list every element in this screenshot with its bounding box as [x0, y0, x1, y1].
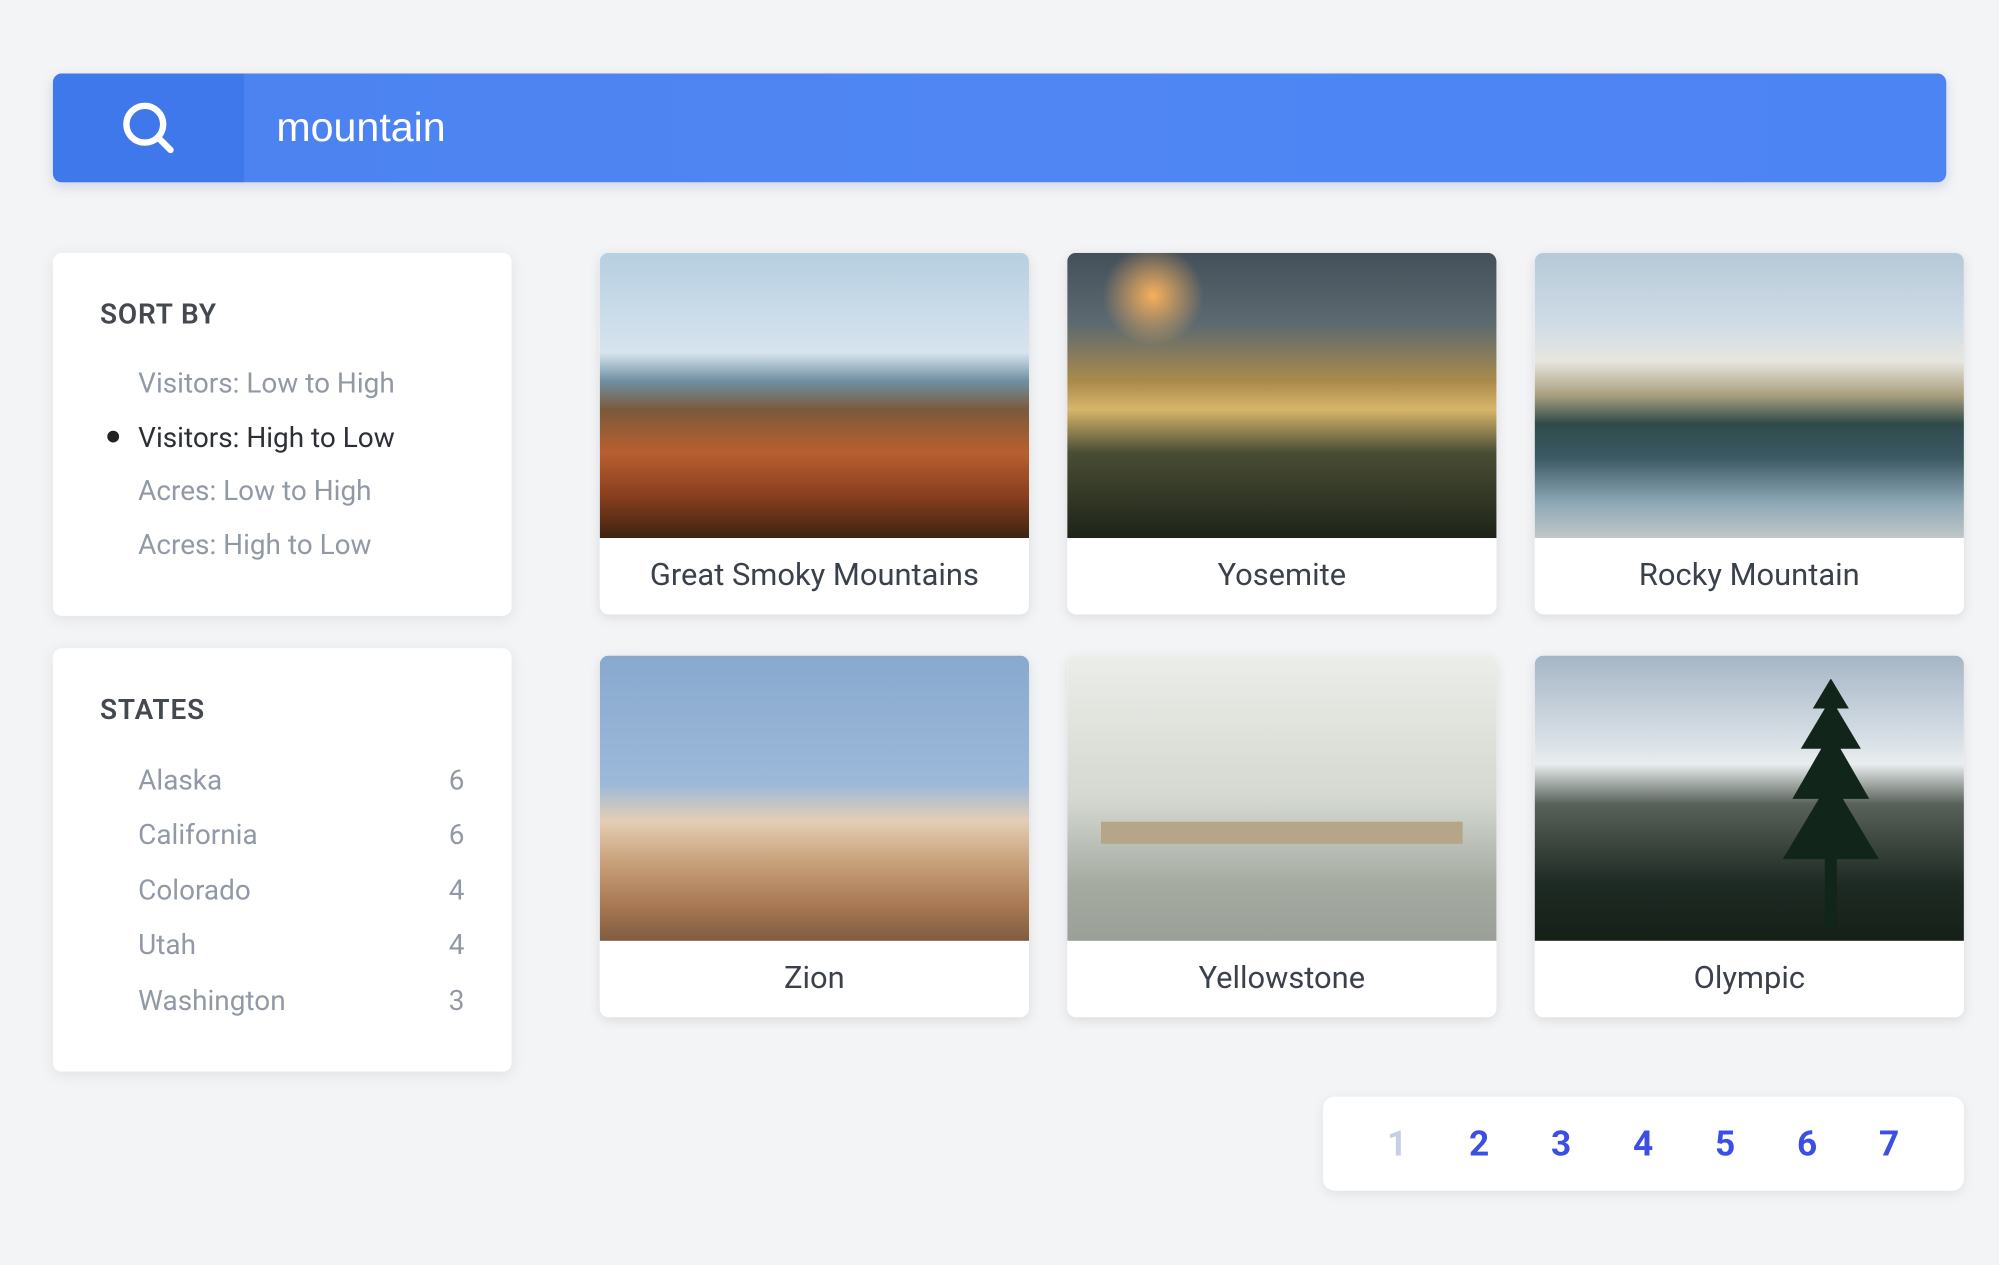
sort-option-visitors-low-high[interactable]: Visitors: Low to High [100, 357, 465, 411]
page-5[interactable]: 5 [1715, 1123, 1735, 1164]
search-input[interactable] [244, 74, 1946, 183]
page-3[interactable]: 3 [1551, 1123, 1571, 1164]
state-filter-california[interactable]: California 6 [100, 808, 465, 863]
result-thumb [1535, 253, 1964, 538]
state-filter-utah[interactable]: Utah 4 [100, 918, 465, 973]
result-title: Great Smoky Mountains [600, 538, 1029, 614]
sort-option-visitors-high-low[interactable]: Visitors: High to Low [100, 411, 465, 465]
state-count: 6 [449, 814, 465, 857]
sort-title: SORT BY [100, 297, 465, 331]
page-4[interactable]: 4 [1633, 1123, 1653, 1164]
sort-options: Visitors: Low to High Visitors: High to … [100, 357, 465, 572]
states-title: STATES [100, 692, 465, 726]
result-title: Yellowstone [1067, 941, 1496, 1017]
state-name: Alaska [138, 759, 222, 802]
result-thumb [600, 656, 1029, 941]
result-card-yosemite[interactable]: Yosemite [1067, 253, 1496, 615]
state-name: Colorado [138, 869, 251, 912]
result-card-zion[interactable]: Zion [600, 656, 1029, 1018]
state-count: 6 [449, 759, 465, 802]
state-count: 4 [449, 924, 465, 967]
sort-option-acres-high-low[interactable]: Acres: High to Low [100, 518, 465, 572]
state-name: Washington [138, 979, 285, 1022]
states-card: STATES Alaska 6 California 6 Colorado 4 [53, 648, 512, 1072]
state-name: Utah [138, 924, 196, 967]
page-7[interactable]: 7 [1879, 1123, 1899, 1164]
result-card-great-smoky-mountains[interactable]: Great Smoky Mountains [600, 253, 1029, 615]
result-thumb [1067, 253, 1496, 538]
page-2[interactable]: 2 [1469, 1123, 1489, 1164]
result-title: Rocky Mountain [1535, 538, 1964, 614]
result-thumb [600, 253, 1029, 538]
state-count: 3 [449, 979, 465, 1022]
result-thumb [1067, 656, 1496, 941]
result-title: Olympic [1535, 941, 1964, 1017]
state-filter-colorado[interactable]: Colorado 4 [100, 863, 465, 918]
page-6[interactable]: 6 [1797, 1123, 1817, 1164]
states-list: Alaska 6 California 6 Colorado 4 Utah 4 [100, 753, 465, 1028]
result-thumb [1535, 656, 1964, 941]
state-count: 4 [449, 869, 465, 912]
search-bar[interactable] [53, 74, 1946, 183]
page-1: 1 [1387, 1123, 1407, 1164]
state-filter-washington[interactable]: Washington 3 [100, 973, 465, 1028]
results-area: Great Smoky Mountains Yosemite Rocky Mou… [600, 253, 1964, 1191]
sort-option-acres-low-high[interactable]: Acres: Low to High [100, 465, 465, 519]
result-title: Yosemite [1067, 538, 1496, 614]
sort-card: SORT BY Visitors: Low to High Visitors: … [53, 253, 512, 616]
result-card-olympic[interactable]: Olympic [1535, 656, 1964, 1018]
search-icon [53, 74, 244, 183]
results-grid: Great Smoky Mountains Yosemite Rocky Mou… [600, 253, 1964, 1017]
pagination: 1 2 3 4 5 6 7 [1322, 1097, 1964, 1191]
state-filter-alaska[interactable]: Alaska 6 [100, 753, 465, 808]
result-card-rocky-mountain[interactable]: Rocky Mountain [1535, 253, 1964, 615]
result-card-yellowstone[interactable]: Yellowstone [1067, 656, 1496, 1018]
sidebar: SORT BY Visitors: Low to High Visitors: … [53, 253, 512, 1072]
result-title: Zion [600, 941, 1029, 1017]
pagination-row: 1 2 3 4 5 6 7 [600, 1097, 1964, 1191]
state-name: California [138, 814, 257, 857]
